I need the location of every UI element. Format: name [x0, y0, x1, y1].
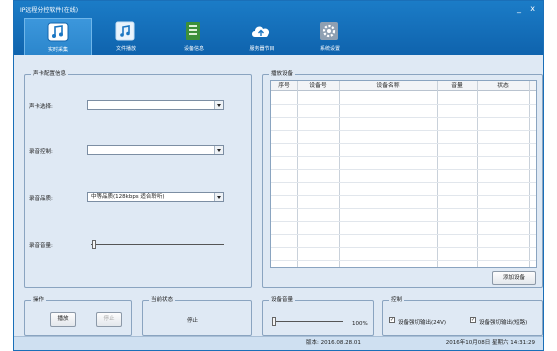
row-line [271, 104, 536, 105]
main-toolbar: 实时采集 文件播放 设备信息 服务器节目 系统设置 [24, 18, 364, 55]
force-output-24v-checkbox[interactable]: ✓ [389, 317, 395, 323]
current-state-group: 当前状态 停止 [142, 296, 252, 336]
app-window: IP远程分控软件(在线) _ x 实时采集 文件播放 设备信息 服务器节目 系统… [13, 0, 544, 351]
record-volume-track [91, 244, 224, 245]
stop-button[interactable]: 停止 [96, 312, 122, 327]
title-bar: IP远程分控软件(在线) _ x 实时采集 文件播放 设备信息 服务器节目 系统… [14, 1, 543, 55]
chevron-down-icon [214, 101, 223, 109]
row-line [271, 234, 536, 235]
record-control-select[interactable] [87, 145, 224, 155]
soundcard-group: 声卡配置信息 声卡选择: 录音控制: 录音品质: 中等品质(128kbps 适合… [24, 70, 252, 288]
column-header: 设备号 [309, 83, 327, 89]
table-header: 序号 设备号 设备名称 音量 状态 [271, 81, 536, 91]
music-file-icon [115, 21, 135, 41]
column-divider [477, 81, 478, 267]
record-volume-slider[interactable] [91, 240, 96, 249]
add-device-button[interactable]: 添加设备 [492, 271, 536, 285]
window-title: IP远程分控软件(在线) [20, 7, 79, 14]
column-divider [297, 81, 298, 267]
device-volume-group: 设备音量 100% [262, 296, 374, 336]
row-line [271, 169, 536, 170]
column-header: 状态 [497, 83, 509, 89]
chevron-down-icon [214, 146, 223, 154]
row-line [271, 156, 536, 157]
record-quality-select[interactable]: 中等品质(128kbps 适合聆听) [87, 192, 224, 202]
device-table[interactable]: 序号 设备号 设备名称 音量 状态 [270, 80, 537, 268]
force-output-short-label: 设备强切输出(短路) [479, 320, 528, 326]
group-title: 播放设备 [269, 70, 296, 78]
column-header: 设备名称 [376, 83, 400, 89]
datetime-text: 2016年10月08日 星期六 14:31:29 [445, 340, 535, 346]
tab-label: 系统设置 [319, 46, 340, 52]
tab-label: 实时采集 [47, 47, 68, 53]
force-output-short-checkbox[interactable]: ✓ [470, 317, 476, 323]
row-line [271, 221, 536, 222]
group-title: 声卡配置信息 [31, 70, 69, 78]
row-line [271, 247, 536, 248]
card-select[interactable] [87, 100, 224, 110]
tab-device-info[interactable]: 设备信息 [160, 18, 228, 55]
minimize-button[interactable]: _ [517, 5, 521, 13]
record-control-label: 录音控制: [29, 149, 53, 155]
column-divider [437, 81, 438, 267]
row-line [271, 117, 536, 118]
tab-system-settings[interactable]: 系统设置 [296, 18, 364, 55]
row-line [271, 260, 536, 261]
book-icon [186, 22, 200, 40]
operation-group: 操作 播放 停止 [24, 296, 132, 336]
device-volume-value: 100% [352, 321, 368, 327]
group-title: 当前状态 [149, 296, 176, 304]
group-title: 操作 [31, 296, 47, 304]
current-state-value: 停止 [187, 318, 199, 324]
tab-realtime-capture[interactable]: 实时采集 [24, 18, 92, 55]
column-divider [529, 81, 530, 267]
control-group: 控制 ✓ 设备强切输出(24V) ✓ 设备强切输出(短路) [382, 296, 543, 336]
tab-label: 服务器节目 [249, 46, 275, 52]
tab-file-playback[interactable]: 文件播放 [92, 18, 160, 55]
row-line [271, 195, 536, 196]
group-title: 设备音量 [269, 296, 296, 304]
cloud-upload-icon [252, 26, 270, 37]
play-button[interactable]: 播放 [50, 312, 76, 327]
music-note-icon [47, 22, 69, 42]
row-line [271, 130, 536, 131]
device-volume-track [273, 321, 343, 322]
select-value: 中等品质(128kbps 适合聆听) [91, 194, 165, 200]
tab-label: 文件播放 [115, 46, 136, 52]
group-title: 控制 [389, 296, 405, 304]
status-bar: 版本: 2016.08.28.01 2016年10月08日 星期六 14:31:… [14, 336, 543, 350]
row-line [271, 143, 536, 144]
tab-server-program[interactable]: 服务器节目 [228, 18, 296, 55]
column-header: 序号 [278, 83, 290, 89]
record-volume-label: 录音音量: [29, 243, 53, 249]
close-button[interactable]: x [530, 5, 535, 13]
chevron-down-icon [214, 193, 223, 201]
record-quality-label: 录音品质: [29, 196, 53, 202]
device-volume-slider[interactable] [272, 317, 277, 326]
row-line [271, 208, 536, 209]
column-divider [339, 81, 340, 267]
force-output-24v-label: 设备强切输出(24V) [398, 320, 447, 326]
column-header: 音量 [451, 83, 463, 89]
row-line [271, 182, 536, 183]
card-select-label: 声卡选择: [29, 104, 53, 110]
version-text: 版本: 2016.08.28.01 [306, 340, 361, 346]
gear-icon [320, 22, 338, 40]
tab-label: 设备信息 [183, 46, 204, 52]
